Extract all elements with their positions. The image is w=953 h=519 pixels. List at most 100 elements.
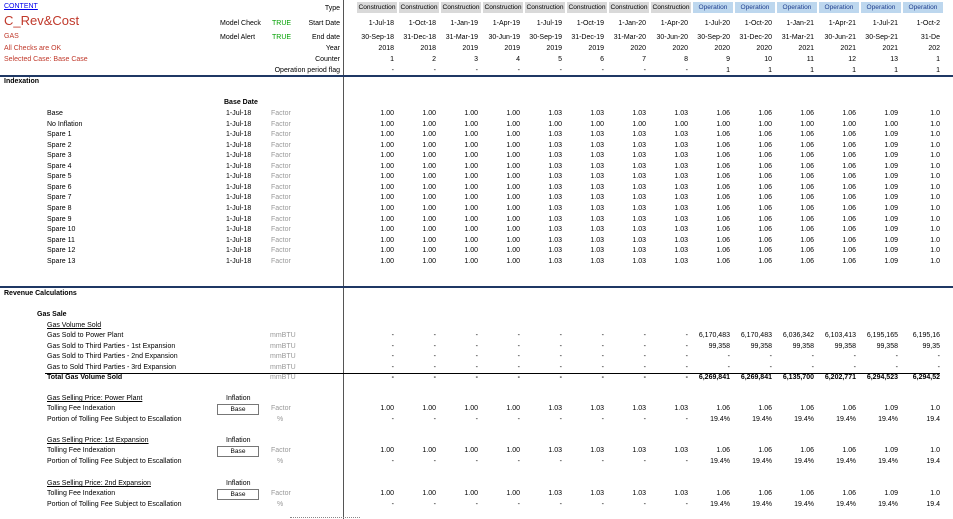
- price-value: 1.06: [842, 405, 856, 412]
- price-value: 1.03: [674, 447, 688, 454]
- indexation-value: 1.06: [842, 257, 856, 265]
- period-type-cell: Construction: [357, 2, 397, 13]
- indexation-value: 1.06: [716, 236, 730, 244]
- price-value: -: [601, 415, 604, 423]
- indexation-value: 1.00: [422, 226, 436, 234]
- period-type-cell: Construction: [483, 2, 523, 13]
- period-counter: 9: [726, 56, 730, 63]
- indexation-value: 1.00: [506, 215, 520, 223]
- price-value: -: [433, 500, 436, 508]
- indexation-row-label: No Inflation: [47, 120, 83, 128]
- price-value: 19.4%: [878, 457, 898, 465]
- period-year: 2019: [588, 45, 604, 52]
- indexation-value: 1.03: [674, 141, 688, 149]
- indexation-value: 1.0: [930, 194, 940, 202]
- indexation-row-label: Spare 4: [47, 162, 72, 170]
- indexation-value: 1.0: [930, 173, 940, 181]
- sheet-subtitle: GAS: [4, 33, 19, 40]
- indexation-value: 1.00: [464, 183, 478, 191]
- indexation-value: 1.03: [674, 226, 688, 234]
- indexation-value: 1.00: [422, 183, 436, 191]
- inflation-select[interactable]: Base: [217, 404, 259, 415]
- indexation-unit: Factor: [271, 226, 291, 234]
- indexation-value: 1.03: [674, 131, 688, 139]
- indexation-value: 1.00: [380, 194, 394, 202]
- period-op-flag: 1: [852, 67, 856, 74]
- section-divider: [0, 75, 953, 77]
- indexation-value: 1.06: [800, 173, 814, 181]
- inflation-select[interactable]: Base: [217, 489, 259, 500]
- period-counter: 2: [432, 56, 436, 63]
- volume-value: -: [853, 364, 856, 371]
- indexation-value: 1.03: [548, 152, 562, 160]
- inflation-label: Inflation: [226, 437, 251, 444]
- price-value: 1.06: [716, 405, 730, 412]
- indexation-value: 1.00: [506, 204, 520, 212]
- selected-case: Selected Case: Base Case: [4, 56, 88, 63]
- price-value: 1.00: [422, 447, 436, 454]
- indexation-value: 1.00: [800, 120, 814, 128]
- period-op-flag: 1: [768, 67, 772, 74]
- volume-value: -: [517, 343, 520, 350]
- price-value: 1.03: [590, 490, 604, 497]
- volume-unit: mmBTU: [270, 364, 296, 371]
- indexation-value: 1.00: [632, 120, 646, 128]
- volume-value: -: [475, 353, 478, 360]
- period-counter: 10: [764, 56, 772, 63]
- price-value: 19.4%: [836, 500, 856, 508]
- period-end-date: 30-Sep-21: [865, 34, 898, 41]
- indexation-value: 1.00: [422, 131, 436, 139]
- volume-value: -: [433, 364, 436, 371]
- indexation-value: 1.03: [590, 247, 604, 255]
- indexation-value: 1.00: [506, 131, 520, 139]
- indexation-value: 1.06: [716, 215, 730, 223]
- indexation-value: 1.06: [842, 141, 856, 149]
- indexation-value: 1.00: [464, 257, 478, 265]
- indexation-value: 1.03: [590, 226, 604, 234]
- inflation-select[interactable]: Base: [217, 446, 259, 457]
- volume-value: -: [475, 332, 478, 339]
- price-block-title: Gas Selling Price: 1st Expansion: [47, 437, 149, 444]
- period-counter: 4: [516, 56, 520, 63]
- indexation-base-date: 1-Jul-18: [226, 204, 252, 212]
- period-type-cell: Construction: [525, 2, 565, 13]
- volume-value: -: [559, 332, 562, 339]
- volume-value: -: [601, 364, 604, 371]
- price-row-unit: Factor: [271, 405, 291, 412]
- price-value: 19.4%: [710, 415, 730, 423]
- indexation-value: 1.00: [842, 120, 856, 128]
- price-value: 19.4: [926, 457, 940, 465]
- indexation-value: 1.06: [842, 110, 856, 117]
- indexation-value: 1.03: [590, 183, 604, 191]
- price-value: 1.03: [590, 405, 604, 412]
- price-value: -: [433, 415, 436, 423]
- price-value: 19.4%: [878, 500, 898, 508]
- indexation-unit: Factor: [271, 194, 291, 202]
- volume-value: -: [601, 353, 604, 360]
- indexation-value: 1.03: [548, 236, 562, 244]
- price-value: -: [559, 500, 562, 508]
- content-link[interactable]: CONTENT: [4, 3, 38, 10]
- price-row-unit: %: [277, 415, 284, 423]
- period-start-date: 1-Oct-19: [576, 20, 604, 27]
- volume-unit: mmBTU: [270, 343, 296, 350]
- price-value: -: [391, 415, 394, 423]
- volume-value: -: [643, 364, 646, 371]
- period-type-cell: Construction: [651, 2, 691, 13]
- indexation-base-date: 1-Jul-18: [226, 215, 252, 223]
- indexation-value: 1.09: [884, 152, 898, 160]
- period-end-date: 31-De: [920, 34, 940, 41]
- volume-value: -: [475, 343, 478, 350]
- indexation-value: 1.00: [464, 110, 478, 117]
- indexation-row-label: Spare 6: [47, 183, 72, 191]
- volume-value: -: [811, 364, 814, 371]
- indexation-value: 1.0: [930, 110, 940, 117]
- indexation-value: 1.06: [842, 173, 856, 181]
- period-start-date: 1-Jan-19: [450, 20, 478, 27]
- volume-value: -: [685, 364, 688, 371]
- indexation-value: 1.06: [758, 152, 772, 160]
- indexation-value: 1.03: [590, 204, 604, 212]
- indexation-value: 1.00: [464, 226, 478, 234]
- sheet-bottom-edge: [290, 517, 360, 518]
- indexation-row-label: Spare 1: [47, 131, 72, 139]
